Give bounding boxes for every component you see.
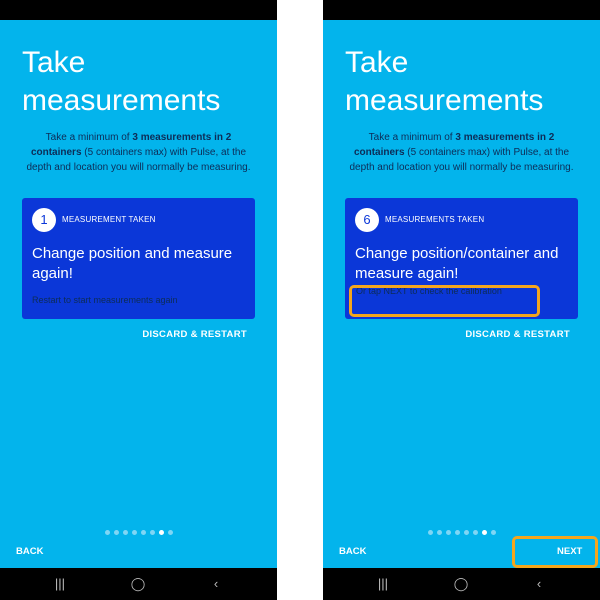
- instructions-text: Take a minimum of 3 measurements in 2 co…: [20, 130, 257, 175]
- page-dot: [481, 530, 487, 535]
- card-subtext: Restart to start measurements again: [32, 295, 178, 305]
- discard-restart-button[interactable]: DISCARD & RESTART: [142, 329, 247, 340]
- page-dot: [113, 530, 119, 535]
- page-dot: [140, 530, 146, 535]
- measurement-screen: Take measurements Take a minimum of 3 me…: [0, 20, 277, 568]
- back-button[interactable]: BACK: [16, 546, 43, 557]
- page-dot: [167, 530, 173, 535]
- home-icon[interactable]: ◯: [128, 576, 148, 592]
- recent-apps-icon[interactable]: |||: [373, 576, 393, 592]
- home-icon[interactable]: ◯: [451, 576, 471, 592]
- recent-apps-icon[interactable]: |||: [50, 576, 70, 592]
- page-dot: [149, 530, 155, 535]
- measurement-count-label: MEASUREMENT TAKEN: [62, 215, 156, 224]
- back-nav-icon[interactable]: ‹: [529, 576, 549, 592]
- phone-left: Take measurements Take a minimum of 3 me…: [0, 0, 277, 600]
- next-button-highlight: [512, 536, 598, 568]
- back-button[interactable]: BACK: [339, 546, 366, 557]
- page-dot: [490, 530, 496, 535]
- page-dot: [122, 530, 128, 535]
- measurement-count-badge: 1: [32, 208, 56, 232]
- measurement-card: 1 MEASUREMENT TAKEN Change position and …: [22, 198, 255, 319]
- page-indicator: [0, 530, 277, 536]
- status-bar: [0, 0, 277, 20]
- page-dot: [463, 530, 469, 535]
- discard-restart-button[interactable]: DISCARD & RESTART: [465, 329, 570, 340]
- page-title: Take measurements: [22, 46, 221, 117]
- page-dot: [436, 530, 442, 535]
- page-dot: [104, 530, 110, 535]
- card-heading: Change position/container and measure ag…: [355, 245, 559, 282]
- back-nav-icon[interactable]: ‹: [206, 576, 226, 592]
- system-nav-bar: ||| ◯ ‹: [0, 568, 277, 600]
- instructions-pre: Take a minimum of: [45, 132, 133, 143]
- instructions-pre: Take a minimum of: [368, 132, 456, 143]
- status-bar: [323, 0, 600, 20]
- page-title: Take measurements: [345, 46, 544, 117]
- system-nav-bar: ||| ◯ ‹: [323, 568, 600, 600]
- page-dot: [158, 530, 164, 535]
- instructions-text: Take a minimum of 3 measurements in 2 co…: [343, 130, 580, 175]
- page-dot: [472, 530, 478, 535]
- page-dot: [454, 530, 460, 535]
- page-dot: [427, 530, 433, 535]
- page-dot: [445, 530, 451, 535]
- page-dot: [131, 530, 137, 535]
- measurement-count-badge: 6: [355, 208, 379, 232]
- card-heading: Change position and measure again!: [32, 245, 233, 282]
- calibration-hint-highlight: [349, 285, 540, 317]
- measurement-count-label: MEASUREMENTS TAKEN: [385, 215, 485, 224]
